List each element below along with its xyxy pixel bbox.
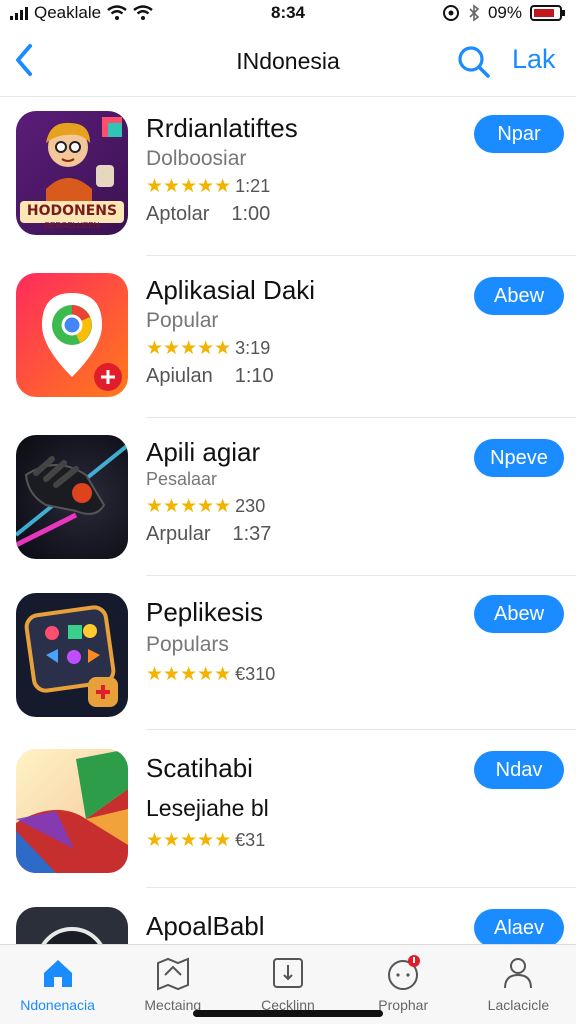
meta-value: 1:00: [231, 203, 271, 225]
star-rating-icon: ★★★★★: [146, 496, 232, 517]
list-item[interactable]: Apili agiar Pesalaar ★★★★★ 230 Arpular 1:3…: [0, 435, 576, 581]
bluetooth-icon: [469, 4, 480, 22]
app-rating: ★★★★★ 3:19: [146, 337, 270, 360]
search-icon[interactable]: [456, 44, 492, 80]
app-name: ApoalBabl: [146, 911, 265, 941]
home-indicator: [193, 1010, 383, 1017]
list-item[interactable]: Scatihabi Lesejiahe bl ★★★★★ €31 Ndav: [0, 749, 576, 895]
meta-value: 1:10: [234, 365, 274, 387]
map-icon: [156, 957, 189, 991]
get-button[interactable]: Npar: [474, 115, 564, 153]
row-divider: [146, 255, 576, 256]
rating-value: 3:19: [235, 338, 271, 358]
app-category: Popular: [146, 309, 219, 332]
tab-label: Prophar: [378, 997, 429, 1013]
icon-subtitle-text: BERGELUEEN: [44, 221, 100, 230]
list-item[interactable]: Aplikasial Daki Popular ★★★★★ 3:19 Apiula…: [0, 273, 576, 419]
app-rating: ★★★★★ €31: [146, 829, 265, 852]
app-category: Lesejiahe bl: [146, 795, 269, 821]
app-category: Populars: [146, 633, 229, 656]
glove-icon: [16, 443, 128, 548]
app-meta: Aptolar 1:00: [146, 203, 270, 226]
app-category: Dolboosiar: [146, 147, 247, 170]
star-rating-icon: ★★★★★: [146, 338, 232, 359]
app-icon: [16, 273, 128, 397]
app-name: Rrdianlatiftes: [146, 113, 298, 143]
meta-label: Arpular: [146, 523, 211, 545]
app-icon: [16, 907, 128, 944]
meta-label: Aptolar: [146, 203, 210, 225]
star-rating-icon: ★★★★★: [146, 176, 232, 197]
map-pin-icon: [42, 293, 122, 391]
nav-action-button[interactable]: Lak: [512, 44, 556, 75]
tab-label: Ndonenacia: [20, 997, 95, 1013]
rating-value: €31: [235, 830, 266, 850]
wifi-icon: [107, 5, 127, 20]
status-left: Qeaklale: [10, 3, 442, 23]
get-button[interactable]: Abew: [474, 277, 564, 315]
app-list: HODONENS BERGELUEEN Rrdianlatiftes Dolbo…: [0, 96, 576, 944]
status-right: 09%: [442, 3, 566, 23]
row-divider: [146, 729, 576, 730]
meta-label: Apiulan: [146, 365, 213, 387]
home-icon: [43, 960, 72, 987]
app-rating: ★★★★★ €310: [146, 663, 275, 686]
tab-home[interactable]: Ndonenacia: [0, 945, 115, 1024]
rating-value: 230: [235, 496, 266, 516]
person-icon: [504, 958, 533, 989]
game-board-icon: [24, 605, 118, 707]
get-button[interactable]: Npeve: [474, 439, 564, 477]
app-name: Apili agiar: [146, 437, 261, 467]
app-rating: ★★★★★ 230: [146, 495, 265, 518]
app-meta: Arpular 1:37: [146, 523, 271, 546]
carrier-label: Qeaklale: [34, 3, 102, 22]
app-meta: Apiulan 1:10: [146, 365, 274, 388]
rating-value: €310: [235, 664, 276, 684]
list-item[interactable]: HODONENS BERGELUEEN Rrdianlatiftes Dolbo…: [0, 111, 576, 257]
app-name: Aplikasial Daki: [146, 275, 316, 305]
list-item[interactable]: Peplikesis Populars ★★★★★ €310 Abew: [0, 593, 576, 739]
row-divider: [146, 887, 576, 888]
app-name: Peplikesis: [146, 597, 264, 627]
wifi-icon-2: [133, 5, 153, 20]
app-icon: HODONENS BERGELUEEN: [16, 111, 128, 235]
calendar-icon: [273, 958, 303, 988]
tab-profile[interactable]: Laclacicle: [461, 945, 576, 1024]
chat-icon: [388, 955, 421, 990]
icon-title-text: HODONENS: [26, 203, 118, 219]
row-divider: [146, 417, 576, 418]
status-bar: Qeaklale 8:34 09%: [0, 0, 576, 26]
rating-value: 1:21: [235, 176, 271, 196]
get-button[interactable]: Alaev: [474, 909, 564, 944]
app-icon: [16, 435, 128, 559]
camera-icon: [41, 927, 103, 944]
app-icon: [16, 749, 128, 873]
get-button[interactable]: Abew: [474, 595, 564, 633]
battery-percent: 09%: [487, 3, 522, 22]
navigation-bar: INdonesia Lak: [0, 26, 576, 96]
list-item[interactable]: ApoalBabl Alaev: [0, 907, 576, 944]
signal-icon: [10, 6, 28, 20]
app-rating: ★★★★★ 1:21: [146, 175, 270, 198]
star-rating-icon: ★★★★★: [146, 830, 232, 851]
tab-label: Laclacicle: [487, 997, 550, 1013]
star-rating-icon: ★★★★★: [146, 664, 232, 685]
battery-icon: [530, 5, 565, 21]
meta-value: 1:37: [232, 523, 272, 545]
app-category: Pesalaar: [146, 469, 218, 489]
abstract-art-icon: [16, 749, 128, 873]
row-divider: [146, 575, 576, 576]
get-button[interactable]: Ndav: [474, 751, 564, 789]
location-icon: [442, 5, 459, 21]
app-name: Scatihabi: [146, 753, 253, 783]
app-icon: [16, 593, 128, 717]
